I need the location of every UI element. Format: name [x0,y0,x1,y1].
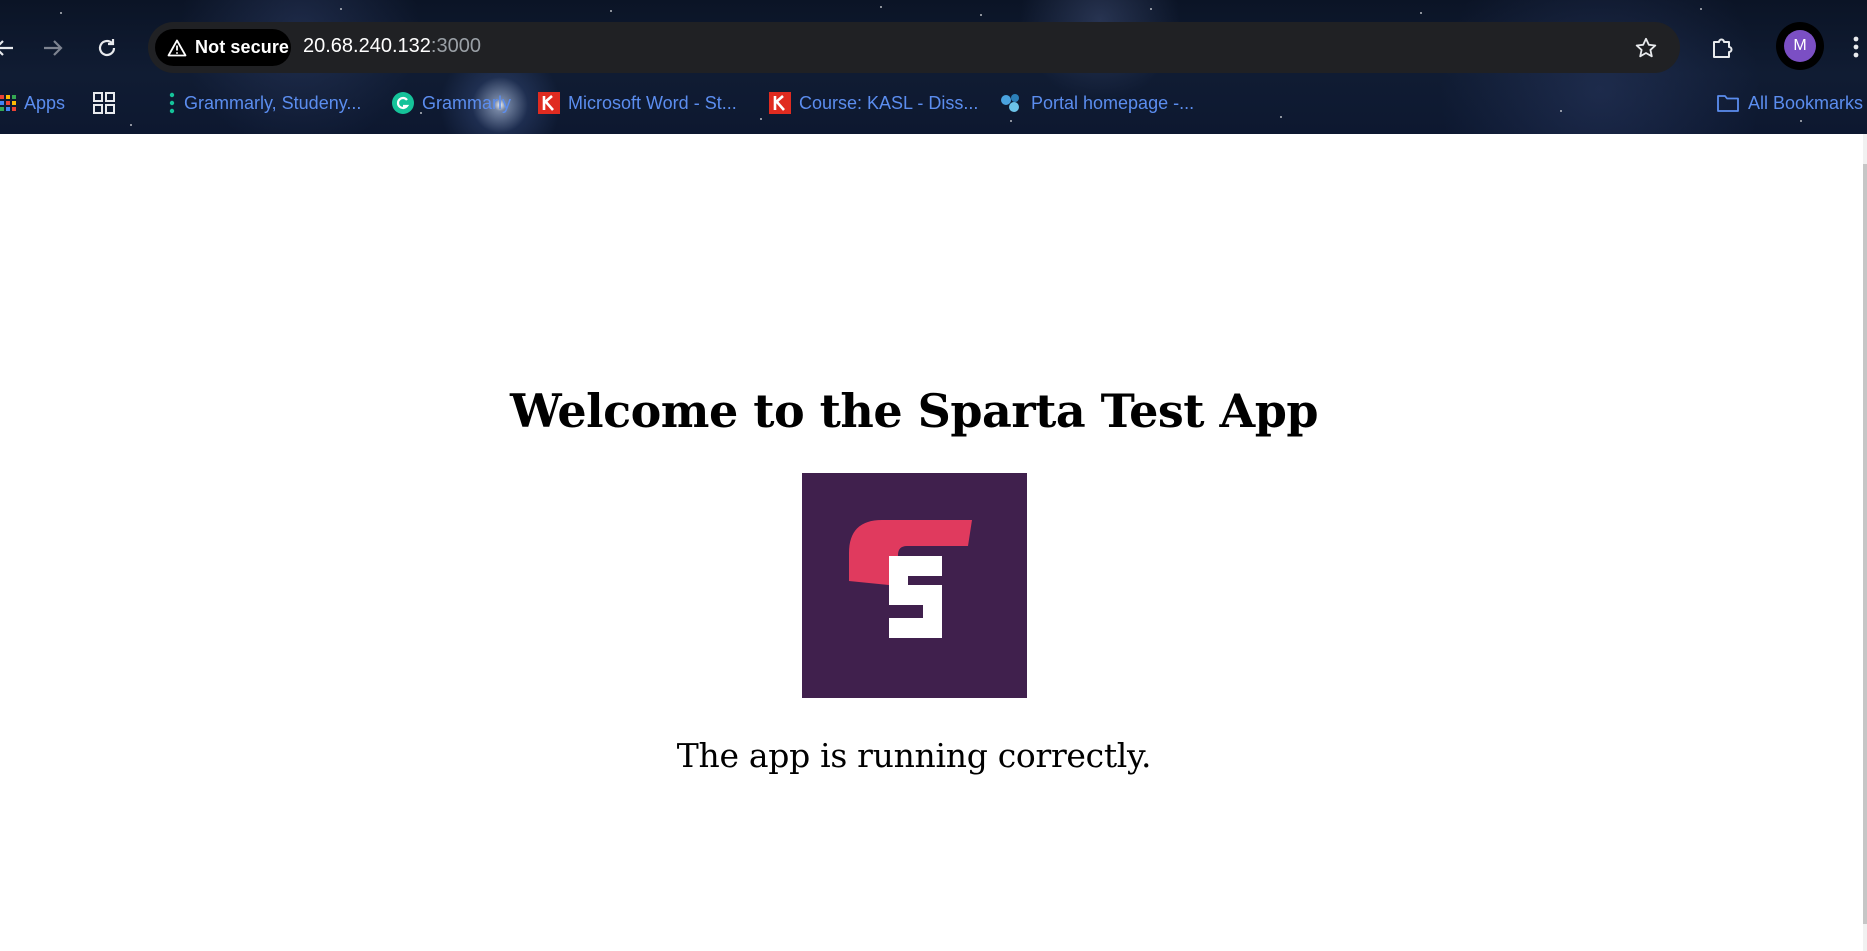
puzzle-icon [1713,38,1733,58]
bookmark-label: Grammarly [422,92,511,113]
dots-icon [168,92,176,114]
bookmark-microsoft-word[interactable]: Microsoft Word - St... [538,86,737,120]
arrow-left-icon [0,40,13,56]
security-label: Not secure [195,37,290,57]
kebab-menu-icon [1853,36,1859,58]
back-button[interactable] [0,30,22,66]
arrow-right-icon [44,40,63,56]
profile-button[interactable]: M [1776,22,1824,70]
bookmark-star-button[interactable] [1632,34,1660,62]
sparta-logo-icon [849,520,972,638]
bookmarks-bar: Apps Grammarly, Studeny... Grammarly Mic… [0,86,1867,120]
page-content: Welcome to the Sparta Test App The app i… [0,134,1863,951]
grid-icon [92,91,116,115]
bookmark-label: Portal homepage -... [1031,92,1195,113]
all-bookmarks-label: All Bookmarks [1748,92,1864,113]
bookmark-label: Apps [24,92,66,113]
warning-triangle-icon [167,39,187,56]
bookmark-portal-homepage[interactable]: Portal homepage -... [999,86,1194,120]
bookmark-label: Microsoft Word - St... [568,92,737,113]
bookmark-grid[interactable] [92,86,116,120]
k-logo-icon [538,92,560,114]
grammarly-icon [392,92,414,114]
bookmark-label: Grammarly, Studeny... [184,92,362,113]
reload-icon [98,39,116,57]
extensions-button[interactable] [1706,30,1740,64]
k-logo-icon [769,92,791,114]
bookmark-grammarly-student[interactable]: Grammarly, Studeny... [168,86,361,120]
portal-icon [999,92,1023,114]
url-port: :3000 [430,35,481,57]
security-indicator[interactable]: Not secure [155,29,291,66]
bookmark-grammarly[interactable]: Grammarly [392,86,511,120]
all-bookmarks-button[interactable]: All Bookmarks [1716,86,1863,120]
page-title: Welcome to the Sparta Test App [509,384,1319,438]
bookmark-apps[interactable]: Apps [0,86,65,120]
avatar: M [1784,30,1816,62]
star-icon [1635,37,1657,58]
vertical-scrollbar[interactable] [1863,134,1867,951]
url-text[interactable]: 20.68.240.132:3000 [303,35,481,58]
menu-button[interactable] [1846,30,1866,64]
url-host: 20.68.240.132 [303,35,431,57]
browser-chrome: Not secure 20.68.240.132:3000 M Apps Gra… [0,0,1867,134]
address-bar[interactable]: Not secure 20.68.240.132:3000 [148,22,1680,73]
reload-button[interactable] [89,30,125,66]
sparta-logo [802,473,1027,698]
scrollbar-thumb[interactable] [1863,164,1867,924]
bookmark-course-kasl[interactable]: Course: KASL - Diss... [769,86,978,120]
bookmark-label: Course: KASL - Diss... [799,92,979,113]
status-message: The app is running correctly. [676,736,1152,775]
apps-grid-icon [0,94,16,112]
forward-button[interactable] [35,30,71,66]
folder-icon [1716,93,1740,113]
